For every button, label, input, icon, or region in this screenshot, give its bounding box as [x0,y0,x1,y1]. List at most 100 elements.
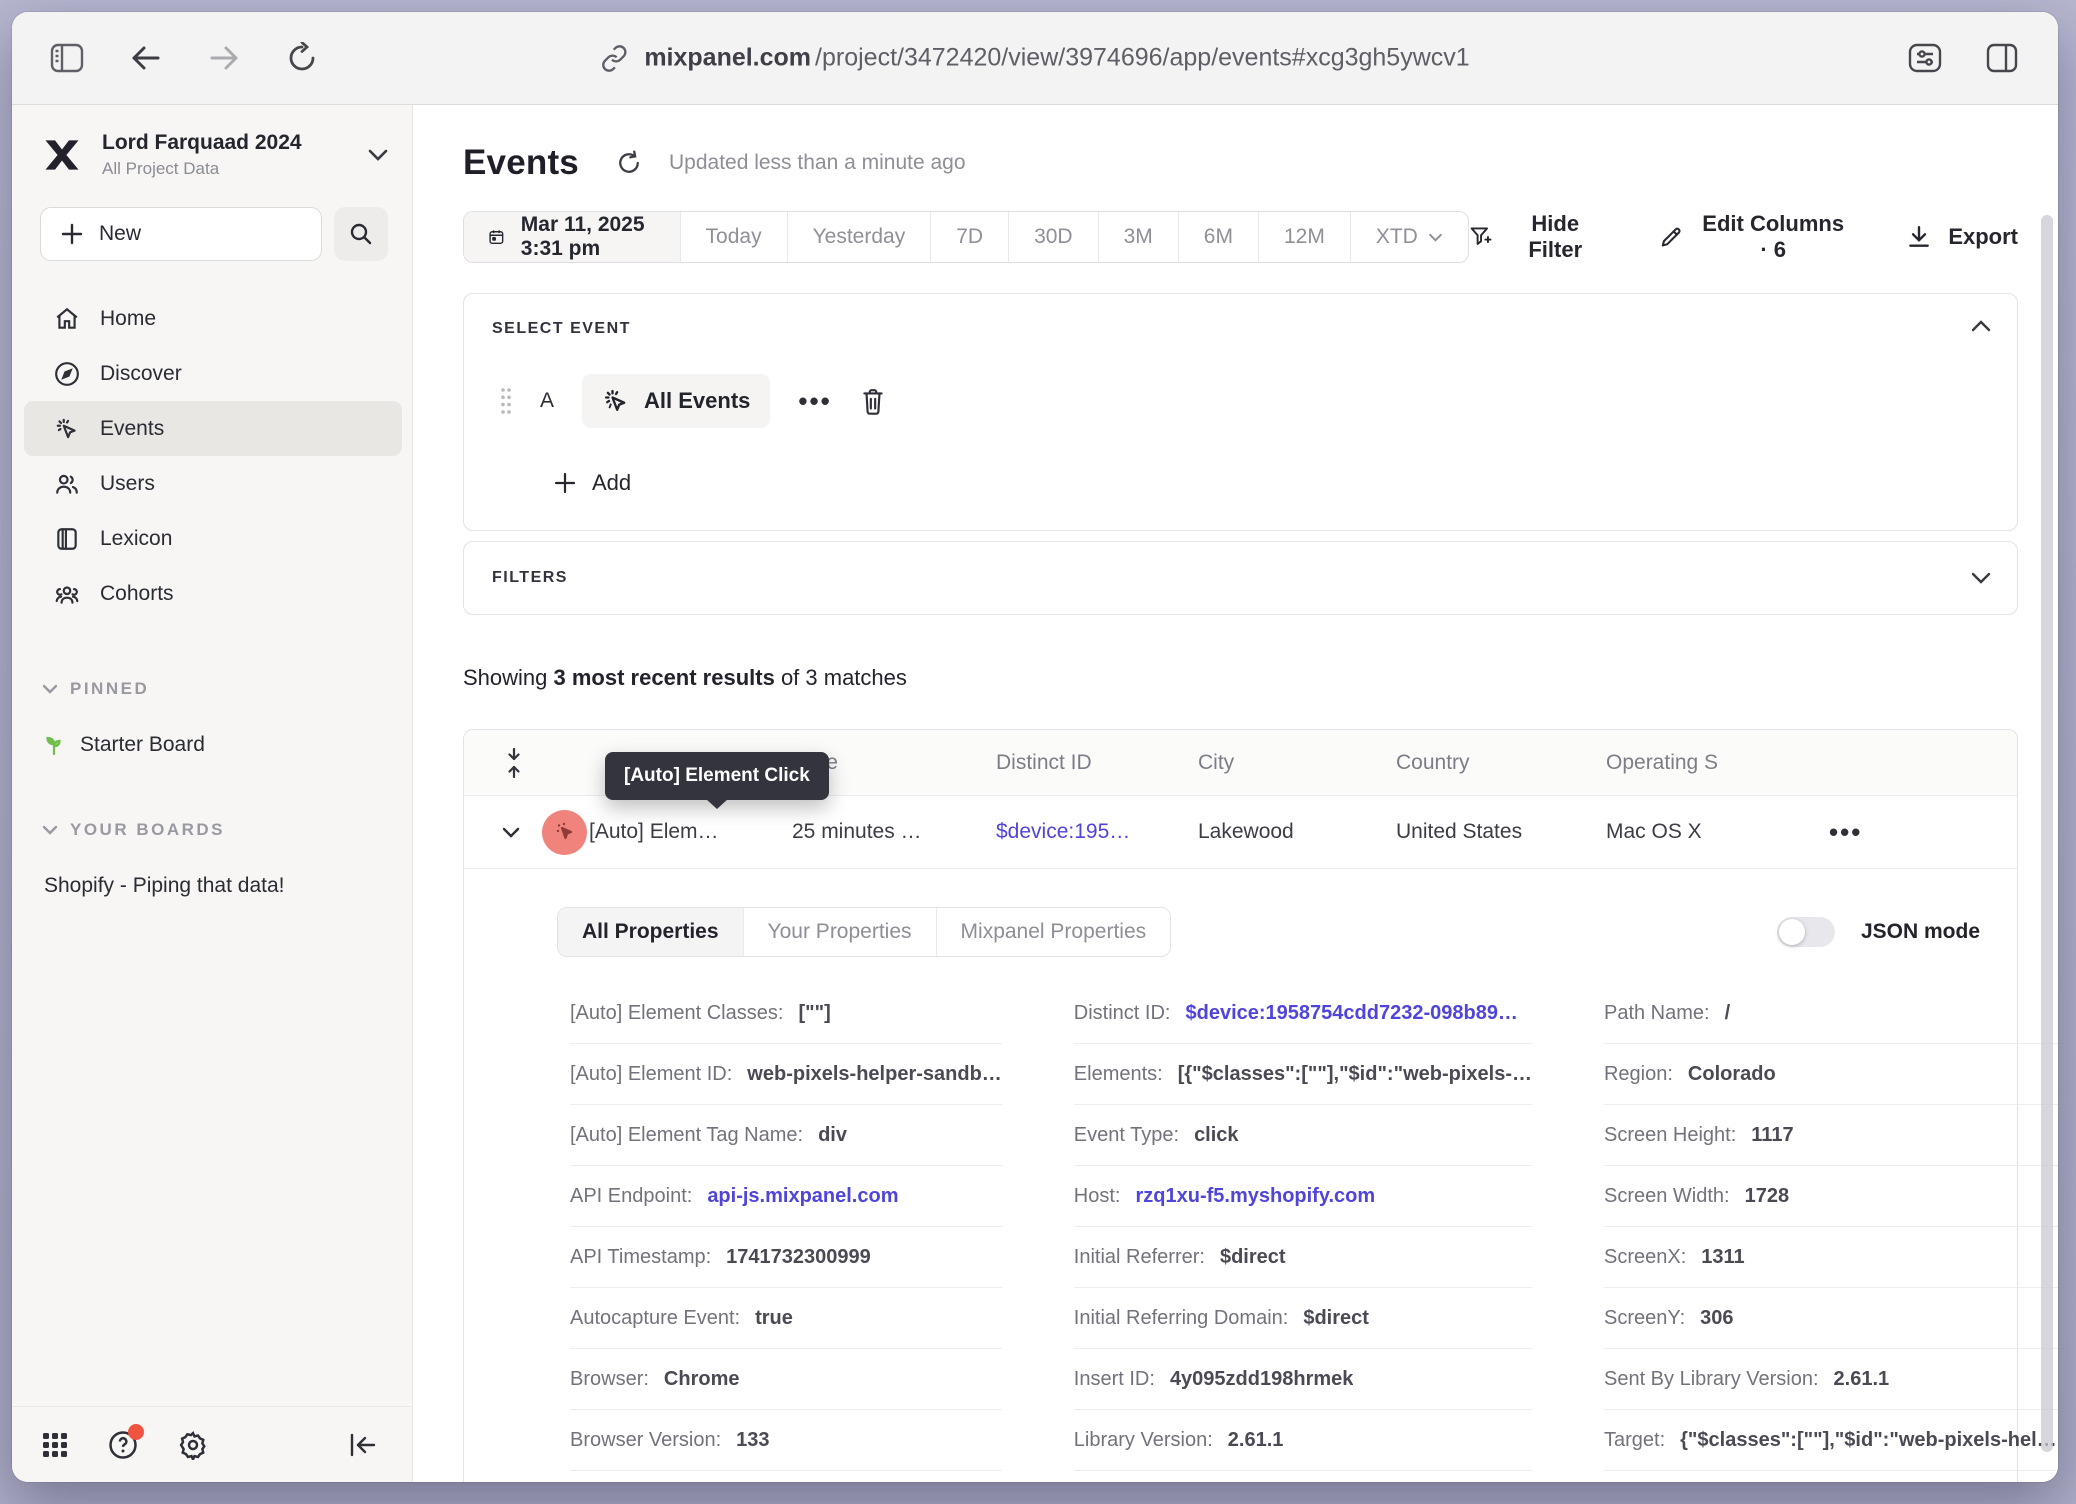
sidebar-toggle-icon[interactable] [50,43,84,73]
property-value: 4y095zdd198hrmek [1170,1368,1353,1391]
property-row: Sent By Library Version:2.61.1 [1604,1349,2058,1410]
property-value: true [755,1307,793,1330]
scrollbar[interactable] [2041,215,2053,1452]
row-more-options-icon[interactable]: ••• [1829,827,1862,837]
range-xtd[interactable]: XTD [1350,212,1468,262]
property-row: Autocapture Event:true [570,1288,1002,1349]
notification-badge [128,1424,144,1440]
apps-grid-icon[interactable] [42,1432,68,1458]
property-label: [Auto] Element ID: [570,1063,732,1086]
property-row: Time:3:31:38.761 pm, Tue, Mar 11, 2025 [1604,1471,2058,1482]
new-button[interactable]: New [40,207,322,261]
row-country: United States [1396,820,1606,844]
json-mode-label: JSON mode [1861,920,1980,944]
link-icon [600,44,628,72]
browser-window: mixpanel.com/project/3472420/view/397469… [12,12,2058,1482]
plus-icon [554,472,576,494]
forward-icon[interactable] [208,44,240,72]
address-bar[interactable]: mixpanel.com/project/3472420/view/397469… [600,44,1469,73]
split-view-icon[interactable] [1986,43,2018,73]
add-event-button[interactable]: Add [492,470,1989,496]
pinned-section-header[interactable]: PINNED [12,679,412,699]
row-distinct-id[interactable]: $device:195… [996,820,1198,844]
table-row[interactable]: [Auto] Elem… 25 minutes … $device:195… L… [464,796,2017,869]
event-more-options-icon[interactable]: ••• [798,396,831,406]
search-button[interactable] [334,207,388,261]
sidebar-item-discover[interactable]: Discover [24,346,402,401]
collapse-all-rows-icon[interactable] [504,748,524,778]
range-7d[interactable]: 7D [930,212,1008,262]
property-row: ScreenY:306 [1604,1288,2058,1349]
property-column: [Auto] Element Classes:[""][Auto] Elemen… [570,983,1002,1482]
property-row: Initial Referring Domain:$direct [1074,1288,1532,1349]
property-value: 2.61.1 [1228,1429,1284,1452]
chevron-down-icon [1428,233,1443,242]
sidebar-item-shopify-board[interactable]: Shopify - Piping that data! [12,858,412,913]
hide-filter-button[interactable]: Hide Filter [1469,211,1602,263]
tab-mixpanel-properties[interactable]: Mixpanel Properties [936,908,1171,956]
property-value-link[interactable]: rzq1xu-f5.myshopify.com [1135,1185,1375,1208]
page-title: Events [463,143,579,183]
sidebar-item-events[interactable]: Events [24,401,402,456]
project-switcher[interactable]: Lord Farquaad 2024 All Project Data [12,105,412,179]
column-header-country[interactable]: Country [1396,751,1606,775]
mixpanel-logo [40,133,84,177]
page-settings-icon[interactable] [1908,43,1942,73]
autocapture-cursor-icon [54,416,80,442]
sprout-icon [42,733,66,757]
property-row: Browser:Chrome [570,1349,1002,1410]
export-button[interactable]: Export [1906,224,2018,250]
row-event-name: [Auto] Elem… [589,820,792,844]
your-boards-label: YOUR BOARDS [70,820,225,840]
drag-handle-icon[interactable] [500,386,512,416]
collapse-sidebar-icon[interactable] [348,1432,376,1458]
calendar-icon [488,224,505,250]
edit-columns-button[interactable]: Edit Columns · 6 [1660,211,1849,263]
range-yesterday[interactable]: Yesterday [787,212,931,262]
refresh-icon[interactable] [615,149,643,177]
range-12m[interactable]: 12M [1258,212,1350,262]
sidebar-item-lexicon[interactable]: Lexicon [24,511,402,566]
column-header-os[interactable]: Operating S [1606,751,1829,775]
settings-gear-icon[interactable] [178,1430,208,1460]
filters-title: FILTERS [492,569,568,587]
sidebar-item-home[interactable]: Home [24,291,402,346]
autocapture-cursor-icon [553,820,577,844]
filters-card: FILTERS [463,541,2018,615]
sidebar-item-users[interactable]: Users [24,456,402,511]
reload-icon[interactable] [286,42,318,74]
property-label: API Timestamp: [570,1246,711,1269]
property-value: Chrome [664,1368,740,1391]
property-row: API Timestamp:1741732300999 [570,1227,1002,1288]
tab-all-properties[interactable]: All Properties [558,908,743,956]
json-mode-toggle[interactable] [1777,917,1835,947]
column-header-city[interactable]: City [1198,751,1396,775]
property-label: Library Version: [1074,1429,1213,1452]
select-event-title: SELECT EVENT [492,320,1989,338]
sidebar-item-starter-board[interactable]: Starter Board [12,717,412,772]
range-6m[interactable]: 6M [1178,212,1258,262]
range-3m[interactable]: 3M [1098,212,1178,262]
event-selector-chip[interactable]: All Events [582,374,770,428]
row-city: Lakewood [1198,820,1396,844]
back-icon[interactable] [130,44,162,72]
expand-filters-icon[interactable] [1971,572,1991,584]
range-today[interactable]: Today [680,212,787,262]
your-boards-section-header[interactable]: YOUR BOARDS [12,820,412,840]
property-value-link[interactable]: $device:1958754cdd7232-098b89… [1185,1002,1517,1025]
date-picker-button[interactable]: Mar 11, 2025 3:31 pm [464,212,680,262]
collapse-section-icon[interactable] [1971,320,1991,332]
property-value: 1117 [1751,1124,1793,1147]
property-value: click [1194,1124,1238,1147]
event-chip-label: All Events [644,388,750,414]
autocapture-cursor-icon [602,387,630,415]
chevron-down-icon[interactable] [502,827,520,838]
sidebar-item-cohorts[interactable]: Cohorts [24,566,402,621]
range-30d[interactable]: 30D [1008,212,1098,262]
property-value-link[interactable]: api-js.mixpanel.com [707,1185,898,1208]
updated-status: Updated less than a minute ago [669,151,966,175]
delete-event-icon[interactable] [860,387,886,415]
tab-your-properties[interactable]: Your Properties [743,908,936,956]
sidebar-item-label: Users [100,472,155,496]
column-header-distinct-id[interactable]: Distinct ID [996,751,1198,775]
